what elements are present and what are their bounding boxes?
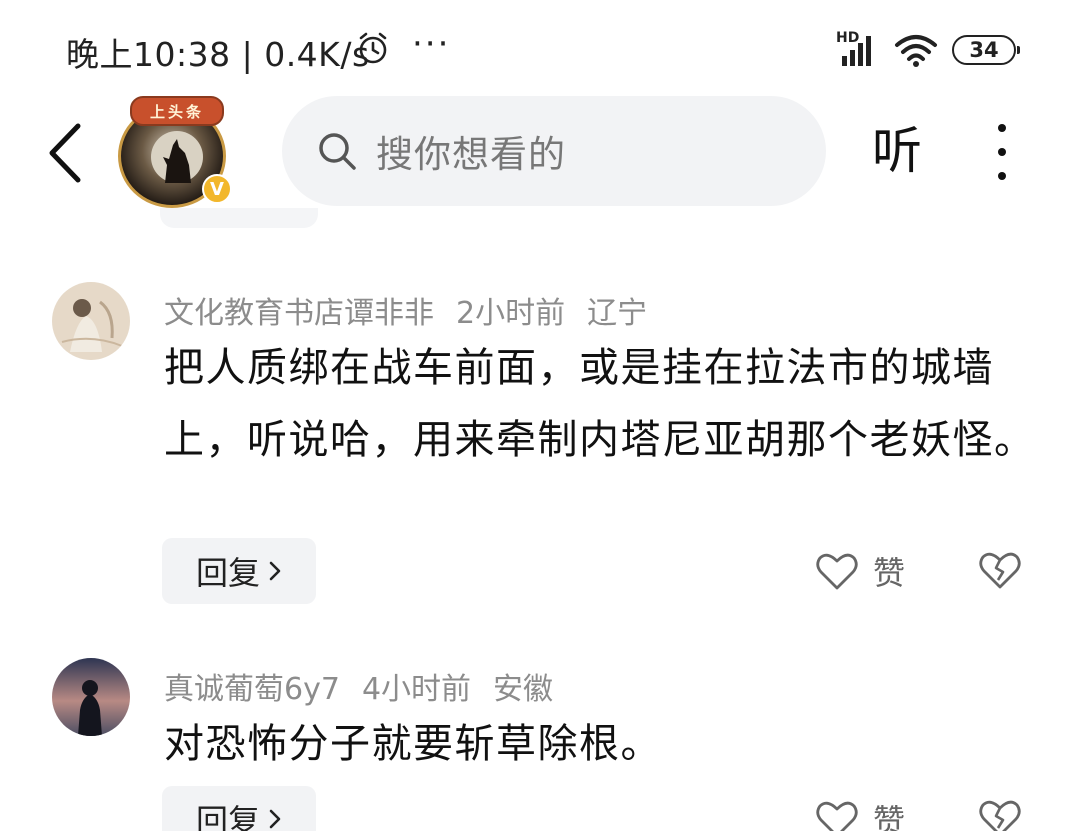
reply-button[interactable]: 回复 bbox=[162, 538, 316, 604]
channel-avatar[interactable]: 上头条 V bbox=[112, 96, 236, 208]
battery-indicator: 34 bbox=[952, 35, 1020, 65]
like-label: 赞 bbox=[873, 554, 906, 592]
verified-badge-icon: V bbox=[202, 174, 232, 204]
listen-button[interactable]: 听 bbox=[872, 116, 922, 186]
reply-label: 回复 bbox=[195, 802, 260, 831]
comment-meta: 文化教育书店谭非非 2小时前 辽宁 bbox=[164, 288, 669, 332]
more-icon[interactable] bbox=[985, 124, 1019, 188]
status-indicators: HD 34 bbox=[836, 30, 1020, 70]
search-icon bbox=[319, 133, 356, 170]
back-arrow-icon[interactable] bbox=[40, 118, 90, 188]
comment-text: 对恐怖分子就要斩草除根。 bbox=[164, 721, 662, 767]
partial-reply-pill bbox=[160, 208, 318, 228]
comment-location: 安徽 bbox=[493, 672, 554, 707]
status-bar: 晚上10:38 | 0.4K/s ··· HD 34 bbox=[0, 0, 1080, 96]
like-button[interactable]: 赞 bbox=[815, 796, 905, 831]
status-time: 晚上10:38 | 0.4K/s bbox=[66, 35, 370, 74]
heart-icon bbox=[816, 801, 858, 831]
alarm-icon bbox=[359, 32, 387, 64]
comment-time: 4小时前 bbox=[361, 672, 472, 707]
comment-author[interactable]: 文化教育书店谭非非 bbox=[164, 296, 434, 331]
heart-icon bbox=[816, 553, 858, 590]
wifi-icon bbox=[895, 35, 937, 67]
avatar[interactable] bbox=[52, 282, 130, 360]
broken-heart-icon[interactable] bbox=[978, 798, 1022, 831]
search-input[interactable]: 搜你想看的 bbox=[282, 96, 826, 206]
chevron-right-icon bbox=[269, 809, 281, 829]
like-label: 赞 bbox=[873, 802, 906, 831]
signal-icon: HD bbox=[836, 30, 880, 68]
reply-label: 回复 bbox=[195, 554, 260, 592]
comment-author[interactable]: 真诚葡萄6y7 bbox=[164, 672, 340, 707]
comment-text: 把人质绑在战车前面，或是挂在拉法市的城墙上，听说哈，用来牵制内塔尼亚胡那个老妖怪… bbox=[164, 345, 1036, 463]
search-placeholder: 搜你想看的 bbox=[376, 133, 566, 176]
channel-banner: 上头条 bbox=[130, 96, 224, 126]
comment-meta: 真诚葡萄6y7 4小时前 安徽 bbox=[164, 664, 575, 708]
top-nav-bar: 上头条 V 搜你想看的 听 bbox=[0, 96, 1080, 214]
comments-page: 晚上10:38 | 0.4K/s ··· HD 34 上头条 V 搜你想看的 听… bbox=[0, 0, 1080, 831]
chevron-right-icon bbox=[269, 561, 281, 581]
reply-button[interactable]: 回复 bbox=[162, 786, 316, 831]
like-button[interactable]: 赞 bbox=[815, 548, 905, 594]
broken-heart-icon[interactable] bbox=[978, 550, 1022, 590]
wolf-icon bbox=[163, 139, 191, 183]
comment-time: 2小时前 bbox=[456, 296, 566, 331]
avatar[interactable] bbox=[52, 658, 130, 736]
comment-location: 辽宁 bbox=[587, 296, 648, 331]
status-more-dots: ··· bbox=[412, 24, 451, 64]
